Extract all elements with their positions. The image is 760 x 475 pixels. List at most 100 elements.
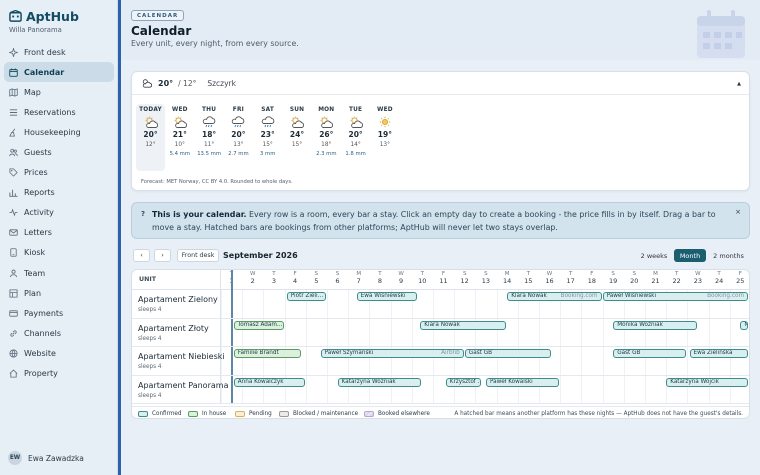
unit-name: Apartament Zielony — [138, 295, 218, 304]
sidebar-item-label: Plan — [24, 288, 42, 298]
help-icon: ? — [141, 210, 146, 218]
plan-icon — [9, 289, 18, 298]
team-icon — [9, 269, 18, 277]
sidebar-item-guests[interactable]: Guests — [4, 142, 114, 162]
main-content: CALENDAR Calendar Every unit, every nigh… — [118, 0, 760, 475]
range-month[interactable]: Month — [674, 249, 706, 262]
day-number: 11 — [439, 277, 448, 285]
unit-capacity: sleeps 4 — [138, 392, 162, 399]
booking-bar[interactable]: Ewa Wiśniewski — [356, 292, 418, 301]
logo-icon — [9, 10, 22, 22]
sidebar-item-calendar[interactable]: Calendar — [4, 62, 114, 83]
sidebar-item-website[interactable]: Website — [4, 343, 114, 363]
mail-icon — [9, 229, 18, 236]
brand[interactable]: AptHub — [9, 9, 79, 24]
legend-label: In house — [202, 411, 227, 417]
current-month: September 2026 — [223, 251, 298, 260]
booking-bar[interactable]: Katarzyna Wójcik — [666, 377, 748, 387]
booking-bar[interactable]: Anna Kowalczyk — [233, 377, 305, 387]
sidebar-item-letters[interactable]: Letters — [4, 223, 114, 243]
range-2-months[interactable]: 2 months — [709, 249, 748, 262]
close-icon[interactable]: × — [735, 208, 741, 216]
booking-bar[interactable]: Marek Lew… — [740, 320, 749, 330]
legend-item: Booked elsewhere — [364, 411, 430, 417]
booking-bar[interactable]: Katarzyna Woźniak — [337, 377, 422, 387]
range-2-weeks[interactable]: 2 weeks — [638, 249, 670, 262]
sidebar-item-channels[interactable]: Channels — [4, 323, 114, 343]
forecast-high: 20° — [348, 130, 363, 139]
sidebar-item-payments[interactable]: Payments — [4, 303, 114, 323]
unit-row[interactable]: Apartament Panorama sleeps 4 — [132, 376, 749, 404]
booking-bar[interactable]: Ewa Zielińska — [689, 349, 748, 358]
booking-bar[interactable]: Paweł Szymański Airbnb — [320, 349, 464, 358]
sidebar-item-kiosk[interactable]: Kiosk — [4, 243, 114, 263]
forecast-rain: 1.8 mm — [345, 151, 366, 157]
sidebar-nav: Front desk Calendar Map Reservations Houseke… — [4, 42, 114, 384]
sidebar-item-property[interactable]: Property — [4, 364, 114, 384]
sidebar-item-prices[interactable]: Prices — [4, 163, 114, 183]
sidebar-item-label: Website — [24, 348, 56, 358]
sidebar-item-label: Kiosk — [24, 248, 46, 258]
page-header — [121, 0, 760, 60]
day-column-header: F 18 — [581, 271, 602, 285]
weather-location: Szczyrk — [207, 78, 236, 88]
map-icon — [9, 88, 18, 97]
booking-bar[interactable]: Paweł Kowalski — [486, 377, 560, 387]
next-month-button[interactable]: › — [154, 249, 171, 262]
booking-bar[interactable]: Gast GB — [613, 349, 687, 358]
booking-bar[interactable]: Tomasz Adam… — [233, 320, 284, 330]
booking-bar[interactable]: Klara Nowak Booking.com — [507, 292, 602, 301]
forecast-rain: 3 mm — [260, 151, 276, 157]
forecast-high: 18° — [202, 130, 217, 139]
list-icon — [9, 109, 18, 116]
booking-guest: Ewa Zielińska — [693, 350, 733, 356]
sidebar-item-reports[interactable]: Reports — [4, 183, 114, 203]
booking-guest: Anna Kowalczyk — [237, 378, 284, 385]
booking-bar[interactable]: Familie Brandt — [233, 349, 301, 358]
booking-bar[interactable]: Klara Nowak — [420, 320, 507, 330]
legend-item: Pending — [235, 411, 272, 417]
current-low: / 12° — [178, 78, 197, 88]
booking-bar[interactable]: Paweł Wiśniewski Booking.com — [602, 292, 748, 301]
sidebar-item-activity[interactable]: Activity — [4, 203, 114, 223]
day-number: 14 — [502, 277, 512, 285]
partly-cloudy-icon — [145, 116, 158, 128]
prev-month-button[interactable]: ‹ — [133, 249, 150, 262]
forecast-day-name: FRI — [232, 107, 244, 113]
day-number: 8 — [377, 277, 382, 285]
day-number: 15 — [524, 277, 533, 285]
avatar: EW — [8, 451, 22, 465]
sidebar-item-front-desk[interactable]: Front desk — [4, 42, 114, 62]
legend-note: A hatched bar means another platform has… — [454, 411, 743, 417]
forecast-day: THU 18° 11° 13.5 mm — [195, 104, 224, 171]
sidebar-item-map[interactable]: Map — [4, 82, 114, 102]
day-column-header: T 22 — [666, 271, 687, 285]
day-column-header: T8 — [369, 271, 390, 285]
calendar-watermark-icon — [697, 10, 745, 58]
sidebar-item-reservations[interactable]: Reservations — [4, 102, 114, 122]
day-number: 21 — [651, 277, 660, 285]
front-desk-button[interactable]: Front desk — [177, 249, 219, 262]
booking-bar[interactable]: Gast GB — [464, 349, 551, 358]
booking-bar[interactable]: Monika Woźniak — [613, 320, 697, 330]
day-column-header: W 16 — [539, 271, 560, 285]
user-name: Ewa Zawadzka — [28, 453, 84, 463]
sidebar-item-team[interactable]: Team — [4, 263, 114, 283]
globe-icon — [9, 349, 18, 358]
sidebar-item-housekeeping[interactable]: Housekeeping — [4, 122, 114, 142]
booking-bar[interactable]: Piotr Zieli… — [286, 292, 326, 301]
forecast-high: 26° — [319, 130, 334, 139]
weather-summary: 20° / 12° Szczyrk — [141, 78, 236, 88]
day-number: 13 — [481, 277, 491, 285]
booking-guest: Monika Woźniak — [617, 321, 663, 328]
booking-bar[interactable]: Krzysztof … — [445, 377, 481, 387]
divider — [132, 94, 749, 95]
collapse-toggle[interactable]: ▲ — [737, 81, 741, 87]
booking-source: Airbnb — [441, 350, 460, 356]
sidebar-item-plan[interactable]: Plan — [4, 283, 114, 303]
legend: A hatched bar means another platform has… — [132, 406, 749, 418]
user-menu[interactable]: EW Ewa Zawadzka — [8, 451, 84, 465]
pulse-icon — [9, 208, 18, 217]
booking-guest: Paweł Kowalski — [490, 378, 533, 385]
forecast-day-name: TODAY — [139, 107, 162, 113]
